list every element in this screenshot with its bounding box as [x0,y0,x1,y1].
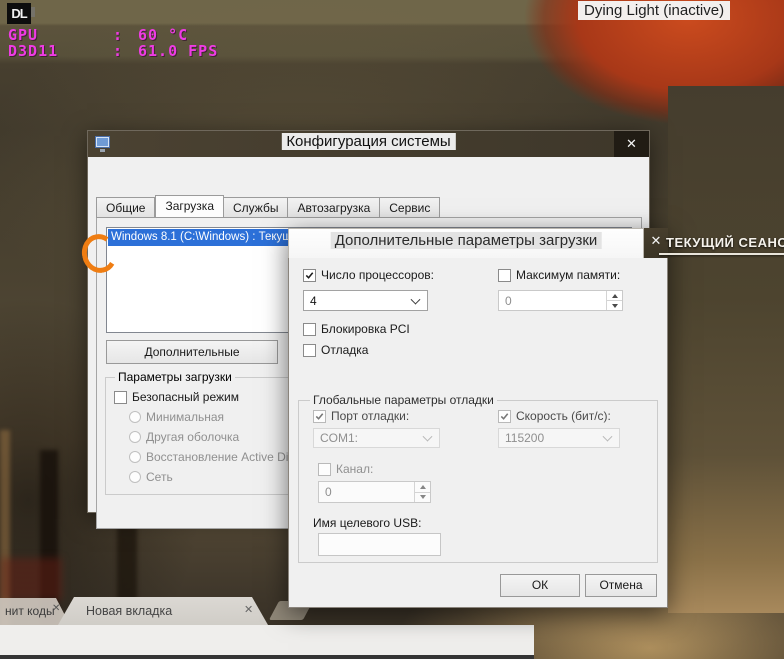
tab-title: Новая вкладка [86,604,173,618]
osd-api-label: D3D11 [8,42,59,60]
global-debug-group-label: Глобальные параметры отладки [310,393,497,407]
checkmark-icon [305,272,314,279]
num-processors-dropdown[interactable]: 4 [303,290,428,311]
current-session-underline [659,253,784,255]
boot-options-group-label: Параметры загрузки [115,370,235,384]
screen: нит коды ✕ Новая вкладка ✕ ats/add/?game… [0,0,784,659]
cancel-button[interactable]: Отмена [585,574,657,597]
radio-alternate-shell[interactable] [129,431,141,443]
tab-close-icon[interactable]: ✕ [52,603,60,614]
dialog-title: Конфигурация системы [281,133,456,150]
radio-network-label: Сеть [146,470,173,484]
radio-minimal-label: Минимальная [146,410,225,424]
max-memory-checkbox[interactable] [498,269,511,282]
spinner-down-icon [419,495,426,500]
browser-tab-newtab[interactable]: Новая вкладка ✕ [58,597,268,625]
tab-tools[interactable]: Сервис [380,197,441,218]
usb-target-input[interactable] [318,533,441,556]
debug-checkbox[interactable] [303,344,316,357]
tab-strip: Общие Загрузка Службы Автозагрузка Серви… [96,195,441,218]
advanced-boot-options-dialog: Дополнительные параметры загрузки ✕ Числ… [288,228,668,608]
chevron-down-icon [602,431,613,442]
msconfig-app-icon [95,136,110,152]
baud-rate-dropdown: 115200 [498,428,620,448]
radio-minimal[interactable] [129,411,141,423]
num-processors-checkbox[interactable] [303,269,316,282]
spinner-down-icon [611,303,618,308]
pci-lock-label: Блокировка PCI [321,322,410,336]
debug-port-label: Порт отладки: [331,409,410,423]
baud-rate-label: Скорость (бит/с): [516,409,611,423]
channel-spinner: 0 [318,481,431,503]
dialog-titlebar[interactable]: Конфигурация системы ✕ [88,131,649,157]
game-window-caption: Dying Light (inactive) [578,1,731,20]
radio-network[interactable] [129,471,141,483]
spinner-up-icon [611,293,618,298]
channel-label: Канал: [336,462,374,476]
debug-port-checkbox[interactable] [313,410,326,423]
current-session-label: ТЕКУЩИЙ СЕАНС: [666,235,784,250]
baud-rate-checkbox[interactable] [498,410,511,423]
spinner-up-button[interactable] [607,291,622,301]
usb-target-label: Имя целевого USB: [313,516,422,530]
chevron-down-icon [410,294,421,305]
tab-general[interactable]: Общие [96,197,156,218]
tab-boot[interactable]: Загрузка [155,195,224,218]
osd-fps-value: 61.0 FPS [138,42,219,60]
checkmark-icon [500,413,509,420]
safe-mode-checkbox[interactable] [114,391,127,404]
tab-title: нит коды [5,604,55,618]
dialog-title: Дополнительные параметры загрузки [330,232,602,249]
spinner-value: 0 [505,293,512,308]
radio-active-directory-repair[interactable] [129,451,141,463]
spinner-buttons [414,482,430,502]
spinner-down-button[interactable] [607,301,622,310]
tab-startup[interactable]: Автозагрузка [288,197,381,218]
tab-close-icon[interactable]: ✕ [244,603,253,616]
osd-colon: : [113,42,124,60]
radio-alternate-shell-label: Другая оболочка [146,430,240,444]
ok-button[interactable]: ОК [500,574,580,597]
dropdown-value: 4 [310,293,317,308]
dying-light-logo: DL [7,3,35,24]
max-memory-label: Максимум памяти: [516,268,621,282]
spinner-value: 0 [325,485,332,499]
spinner-buttons [606,291,622,310]
dropdown-value: 115200 [505,431,545,445]
tab-services[interactable]: Службы [224,197,289,218]
debug-port-dropdown: COM1: [313,428,440,448]
spinner-up-icon [419,484,426,489]
channel-checkbox [318,463,331,476]
close-button[interactable]: ✕ [614,131,649,157]
browser-tab-cheats[interactable]: нит коды ✕ [0,598,70,625]
dropdown-value: COM1: [320,431,359,445]
chevron-down-icon [422,431,433,442]
max-memory-spinner[interactable]: 0 [498,290,623,311]
num-processors-label: Число процессоров: [321,268,434,282]
spinner-down-button [415,493,430,503]
checkmark-icon [315,413,324,420]
advanced-options-button[interactable]: Дополнительные параметры... [106,340,278,381]
safe-mode-label: Безопасный режим [132,390,239,404]
browser-toolbar: ats/add/?game=4958 off 5 IP [0,625,534,655]
debug-label: Отладка [321,343,369,357]
pci-lock-checkbox[interactable] [303,323,316,336]
browser-bottom-edge [0,655,534,659]
close-button[interactable]: ✕ [644,228,668,254]
spinner-up-button [415,482,430,493]
